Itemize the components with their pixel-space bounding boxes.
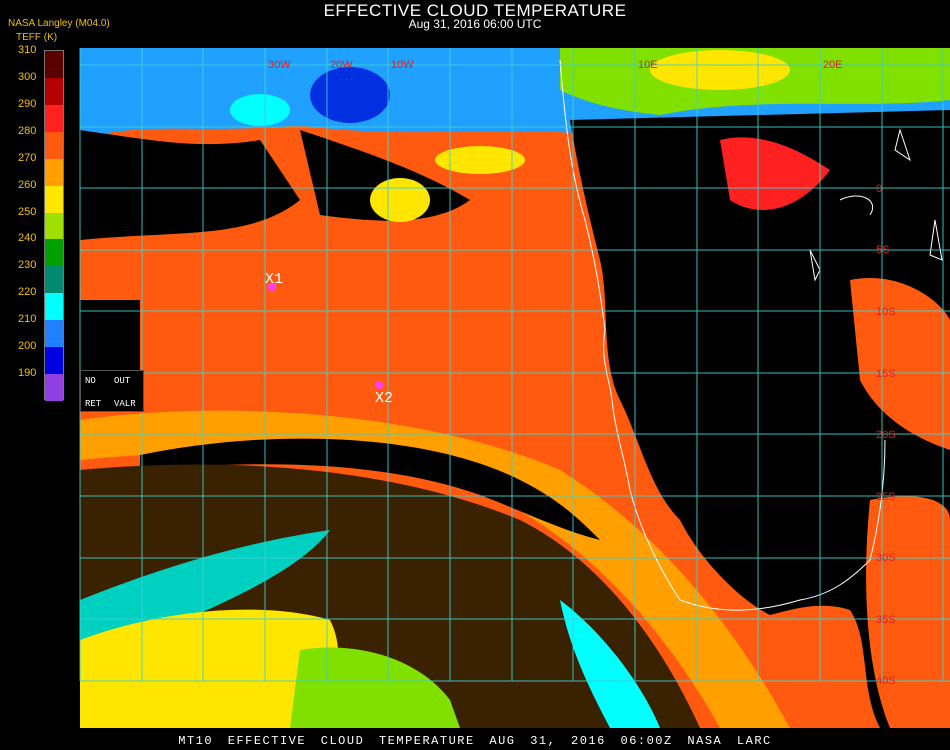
color-scale-label: 310 [18, 44, 37, 56]
legend-ret: RET [85, 399, 102, 409]
legend-out: OUT [114, 376, 131, 386]
color-scale-label: 270 [18, 151, 37, 164]
color-scale-swatch [45, 212, 63, 240]
warm-cloud-patch [650, 50, 790, 90]
lat-label: 0 [876, 183, 882, 195]
color-scale-label: 230 [18, 259, 37, 272]
color-scale-swatch [45, 266, 63, 294]
producer-label: NASA Langley (M04.0) [8, 18, 110, 29]
lon-label: 10W [391, 59, 414, 71]
color-scale-swatch [45, 347, 63, 375]
marker-x2-dot[interactable] [375, 381, 383, 389]
color-scale-label: 210 [18, 313, 37, 326]
color-scale-swatch [45, 158, 63, 186]
lon-label: 30W [268, 59, 291, 71]
color-scale-swatch [45, 185, 63, 213]
footer-caption: MT10 EFFECTIVE CLOUD TEMPERATURE AUG 31,… [178, 734, 772, 748]
chart-subtitle: Aug 31, 2016 06:00 UTC [408, 17, 542, 31]
units-label: TEFF (K) [16, 32, 58, 43]
legend-no: NO [85, 376, 96, 386]
color-scale-label: 280 [18, 124, 37, 137]
color-scale-swatch [45, 104, 63, 132]
no-retrieval-legend: NO OUT RET VALR [80, 370, 144, 412]
color-scale-swatch [45, 51, 63, 78]
lat-label: 40S [876, 675, 896, 687]
color-scale-swatch [45, 77, 63, 105]
color-scale-label: 240 [18, 232, 37, 245]
color-scale-swatch [45, 320, 63, 348]
lon-label: 20W [330, 59, 353, 71]
lat-label: 10S [876, 306, 896, 318]
lat-label: 20S [876, 429, 896, 441]
lat-label: 30S [876, 552, 896, 564]
color-scale-swatch [45, 374, 63, 402]
color-scale-swatch [45, 131, 63, 159]
color-scale-label: 250 [18, 205, 37, 218]
lat-label: 5S [876, 244, 889, 256]
yellow-cloud-patch [370, 178, 430, 222]
color-scale-swatch [45, 239, 63, 267]
color-scale-label: 220 [18, 286, 37, 299]
lon-label: 20E [823, 59, 843, 71]
lat-label: 35S [876, 614, 896, 626]
lon-label: 10E [638, 59, 658, 71]
color-scale-label: 260 [18, 178, 37, 191]
color-scale-bar [44, 50, 64, 402]
cold-cloud-top [230, 94, 290, 126]
marker-x2-label: X2 [375, 390, 393, 407]
legend-valr: VALR [114, 399, 136, 409]
color-scale-label: 190 [18, 367, 37, 380]
color-scale-label: 300 [18, 70, 37, 83]
color-scale-label: 200 [18, 340, 37, 353]
cold-cloud-top [310, 67, 390, 123]
lat-label: 25S [876, 491, 896, 503]
lat-label: 15S [876, 368, 896, 380]
color-scale-swatch [45, 293, 63, 321]
color-scale-label: 290 [18, 97, 37, 110]
marker-x1-label: X1 [265, 271, 283, 288]
